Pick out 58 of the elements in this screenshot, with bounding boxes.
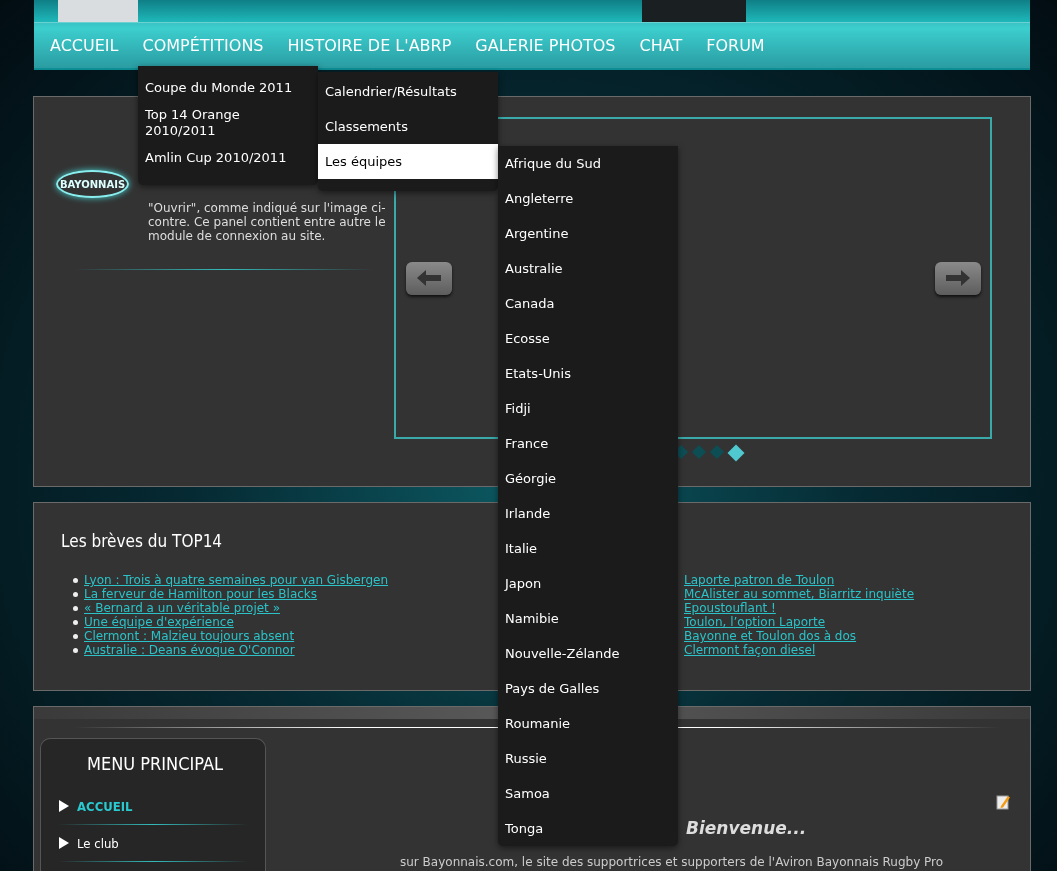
bullet-icon: [73, 577, 78, 583]
menu-item[interactable]: Irlande: [498, 496, 678, 531]
menu-item[interactable]: Calendrier/Résultats: [318, 74, 498, 109]
menu-item[interactable]: Russie: [498, 741, 678, 776]
menu-item[interactable]: Coupe du Monde 2011: [138, 70, 318, 105]
bullet-icon: [73, 619, 78, 625]
news-link[interactable]: « Bernard a un véritable projet »: [84, 601, 280, 615]
intro-text: "Ouvrir", comme indiqué sur l'image ci-contre. Ce panel contient entre autre le module de connexion au site.: [148, 201, 387, 243]
menu-item[interactable]: Canada: [498, 286, 678, 321]
menu-title: MENU PRINCIPAL: [86, 753, 224, 774]
news-link[interactable]: McAlister au sommet, Biarritz inquiète: [684, 587, 915, 601]
welcome-text: sur Bayonnais.com, le site des supportrices et supporters de l'Aviron Bayonnais Rugby Pro: [400, 855, 944, 869]
bullet-icon: [73, 633, 78, 639]
triangle-icon: [59, 800, 69, 812]
news-link[interactable]: Clermont : Malzieu toujours absent: [84, 629, 295, 643]
menu-item[interactable]: France: [498, 426, 678, 461]
bullet-icon: [73, 647, 78, 653]
bullet-icon: [73, 605, 78, 611]
previous-arrow-button[interactable]: [406, 261, 452, 295]
menu-item[interactable]: Argentine: [498, 216, 678, 251]
menu-item[interactable]: Fidji: [498, 391, 678, 426]
news-link[interactable]: Toulon, l’option Laporte: [684, 615, 826, 629]
menu-link[interactable]: ACCUEIL: [77, 798, 133, 814]
menu-item[interactable]: Les équipes: [318, 144, 498, 179]
menu-item[interactable]: Nouvelle-Zélande: [498, 636, 678, 671]
menu-item[interactable]: Classements: [318, 109, 498, 144]
menu-item[interactable]: Pays de Galles: [498, 671, 678, 706]
menu-item[interactable]: Roumanie: [498, 706, 678, 741]
news-link[interactable]: Bayonne et Toulon dos à dos: [684, 629, 857, 643]
news-link[interactable]: La ferveur de Hamilton pour les Blacks: [84, 587, 318, 601]
menu-link[interactable]: Le club: [77, 835, 119, 851]
triangle-icon: [59, 837, 69, 849]
next-arrow-button[interactable]: [935, 261, 981, 295]
welcome-heading: Bienvenue...: [686, 818, 807, 838]
news-link[interactable]: Clermont façon diesel: [684, 643, 816, 657]
menu-item[interactable]: Afrique du Sud: [498, 146, 678, 181]
menu-item[interactable]: Géorgie: [498, 461, 678, 496]
left-arrow-icon: [416, 269, 442, 287]
news-link[interactable]: Laporte patron de Toulon: [684, 573, 835, 587]
menu-item[interactable]: Australie: [498, 251, 678, 286]
menu-item[interactable]: Amlin Cup 2010/2011: [138, 140, 318, 175]
menu-item[interactable]: Italie: [498, 531, 678, 566]
bullet-icon: [73, 591, 78, 597]
menu-item[interactable]: Tonga: [498, 811, 678, 846]
menu-item[interactable]: Namibie: [498, 601, 678, 636]
right-arrow-icon: [945, 269, 971, 287]
menu-item[interactable]: Ecosse: [498, 321, 678, 356]
menu-item[interactable]: Etats-Unis: [498, 356, 678, 391]
news-link[interactable]: Lyon : Trois à quatre semaines pour van Gisbergen: [84, 573, 389, 587]
news-link[interactable]: Epoustouflant !: [684, 601, 776, 615]
menu-item[interactable]: Japon: [498, 566, 678, 601]
menu-item[interactable]: Top 14 Orange 2010/2011: [138, 105, 318, 140]
site-logo: BAYONNAIS: [56, 170, 129, 198]
menu-item[interactable]: Samoa: [498, 776, 678, 811]
news-link[interactable]: Une équipe d'expérience: [84, 615, 234, 629]
news-link[interactable]: Australie : Deans évoque O'Connor: [84, 643, 295, 657]
menu-item[interactable]: Angleterre: [498, 181, 678, 216]
section-title: Les brèves du TOP14: [61, 531, 223, 553]
